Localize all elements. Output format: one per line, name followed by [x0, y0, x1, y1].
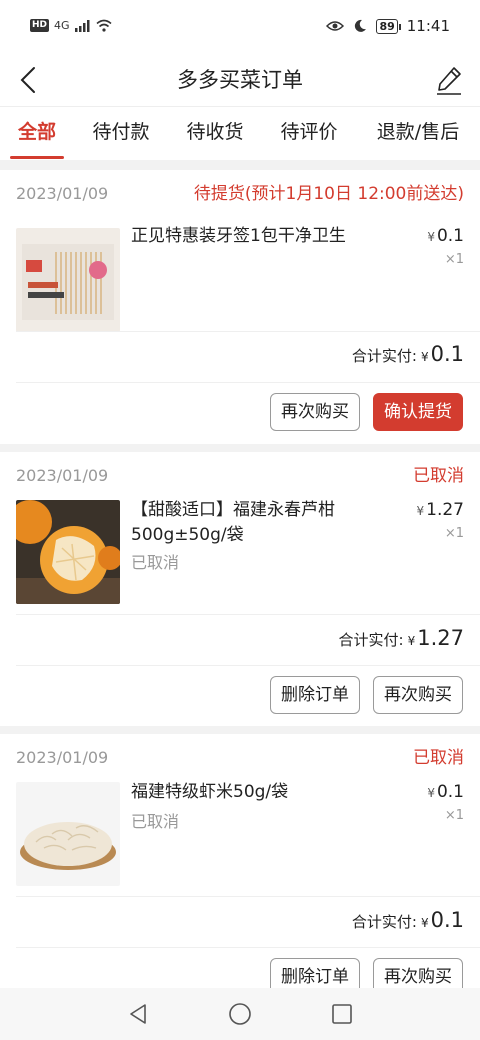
currency-symbol: ¥: [407, 634, 416, 648]
order-date: 2023/01/09: [16, 466, 109, 485]
tab-refund-after-sale[interactable]: 退款/售后: [356, 107, 480, 159]
status-left: HD 4G: [30, 19, 112, 32]
item-quantity: ×1: [444, 252, 464, 267]
dried-shrimp-image: [16, 782, 120, 886]
delete-order-button[interactable]: 删除订单: [270, 676, 360, 714]
order-total: 合计实付: ¥0.1: [352, 342, 464, 366]
recents-square-icon[interactable]: [330, 1002, 354, 1026]
order-card: 2023/01/09 已取消 福建特级虾米50g/袋 已取消 ¥0.1 ×1 合…: [0, 734, 480, 996]
tab-pending-receipt[interactable]: 待收货: [168, 107, 262, 159]
product-image[interactable]: [16, 500, 120, 604]
item-price: ¥0.1: [427, 226, 464, 246]
currency-symbol: ¥: [416, 504, 425, 518]
order-status: 已取消: [413, 466, 464, 486]
item-quantity: ×1: [444, 808, 464, 823]
signal-icon: [74, 19, 90, 32]
pencil-icon: [437, 67, 461, 95]
order-date: 2023/01/09: [16, 184, 109, 203]
total-amount: 1.27: [417, 626, 464, 650]
buy-again-button[interactable]: 再次购买: [373, 676, 463, 714]
order-tabs: 全部 待付款 待收货 待评价 退款/售后: [0, 106, 480, 161]
item-quantity: ×1: [444, 526, 464, 541]
currency-symbol: ¥: [427, 786, 435, 800]
clock: 11:41: [406, 17, 450, 35]
app-header: 多多买菜订单: [0, 56, 480, 104]
divider: [16, 382, 480, 383]
order-status: 待提货(预计1月10日 12:00前送达): [193, 184, 464, 204]
currency-symbol: ¥: [420, 350, 429, 364]
total-label: 合计实付:: [351, 913, 417, 931]
buy-again-button[interactable]: 再次购买: [270, 393, 360, 431]
product-name[interactable]: 正见特惠装牙签1包干净卫生: [131, 224, 391, 249]
total-amount: 0.1: [430, 908, 464, 932]
item-price: ¥1.27: [417, 500, 465, 520]
price-value: 0.1: [436, 226, 464, 246]
divider: [16, 665, 480, 666]
moon-icon: [355, 19, 367, 32]
product-name[interactable]: 【甜酸适口】福建永春芦柑500g±50g/袋: [131, 498, 391, 548]
toothpick-pack-image: [22, 244, 114, 320]
system-nav-bar: [0, 988, 480, 1040]
order-card: 2023/01/09 待提货(预计1月10日 12:00前送达) 正见特惠装牙签…: [0, 170, 480, 444]
back-triangle-icon[interactable]: [126, 1002, 150, 1026]
tab-all[interactable]: 全部: [0, 107, 74, 159]
currency-symbol: ¥: [427, 230, 435, 244]
home-circle-icon[interactable]: [228, 1002, 252, 1026]
order-card: 2023/01/09 已取消 【甜酸适口】福建永春芦柑500g±50g/袋 已取…: [0, 452, 480, 726]
edit-button[interactable]: [432, 62, 466, 98]
price-value: 1.27: [426, 500, 464, 520]
hd-badge: HD: [30, 19, 50, 32]
item-price: ¥0.1: [427, 782, 464, 802]
product-image[interactable]: [16, 782, 120, 886]
confirm-pickup-button[interactable]: 确认提货: [373, 393, 463, 431]
product-name[interactable]: 福建特级虾米50g/袋: [131, 780, 391, 805]
total-label: 合计实付:: [338, 631, 404, 649]
section-gap: [0, 160, 480, 170]
order-total: 合计实付: ¥1.27: [339, 626, 464, 650]
divider: [16, 896, 480, 897]
product-image[interactable]: [16, 228, 120, 332]
order-status: 已取消: [413, 748, 464, 768]
divider: [16, 947, 480, 948]
wifi-icon: [96, 19, 112, 32]
status-right: 89 11:41: [326, 17, 450, 35]
page-title: 多多买菜订单: [177, 68, 303, 92]
tab-pending-payment[interactable]: 待付款: [74, 107, 168, 159]
total-amount: 0.1: [430, 342, 464, 366]
currency-symbol: ¥: [420, 916, 429, 930]
divider: [16, 331, 480, 332]
battery-indicator: 89: [376, 18, 402, 34]
order-date: 2023/01/09: [16, 748, 109, 767]
status-bar: HD 4G 89 11:41: [0, 0, 480, 56]
tab-pending-review[interactable]: 待评价: [262, 107, 356, 159]
network-type: 4G: [54, 19, 70, 32]
order-total: 合计实付: ¥0.1: [352, 908, 464, 932]
tangerine-image: [16, 500, 120, 604]
eye-icon: [326, 21, 345, 31]
product-status: 已取消: [131, 812, 180, 831]
divider: [16, 614, 480, 615]
total-label: 合计实付:: [351, 347, 417, 365]
product-status: 已取消: [131, 553, 180, 572]
price-value: 0.1: [436, 782, 464, 802]
